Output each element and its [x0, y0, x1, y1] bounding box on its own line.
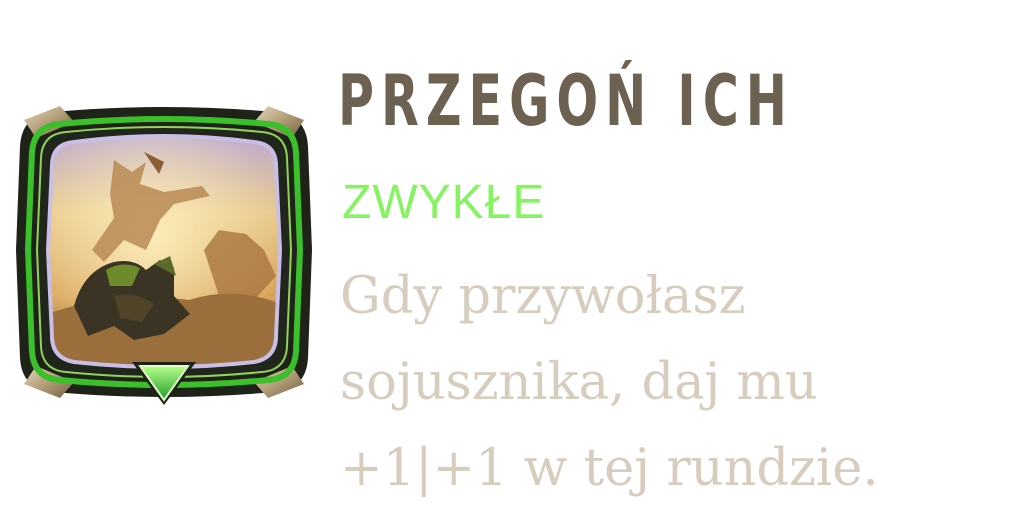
augment-art-icon: [16, 106, 312, 405]
augment-icon-frame: [14, 100, 314, 405]
ability-description: Gdy przywołasz sojusznika, daj mu +1|+1 …: [340, 254, 1020, 512]
rarity-label: ZWYKŁE: [342, 176, 546, 229]
description-line: sojusznika, daj mu: [340, 353, 818, 412]
description-line: Gdy przywołasz: [340, 267, 746, 326]
augment-card: PRZEGOŃ ICH ZWYKŁE Gdy przywołasz sojusz…: [0, 0, 1024, 512]
ability-title: PRZEGOŃ ICH: [338, 60, 794, 142]
description-line: +1|+1 w tej rundzie.: [340, 439, 879, 498]
